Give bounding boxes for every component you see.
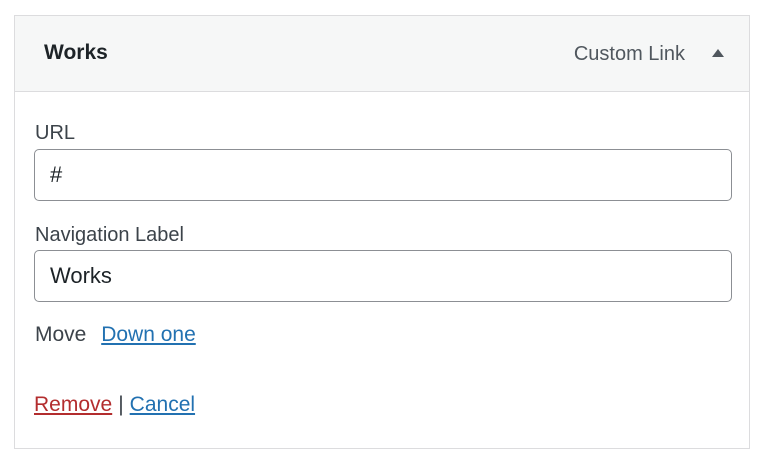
menu-item-title: Works <box>44 41 108 64</box>
item-actions: Remove | Cancel <box>34 391 195 419</box>
triangle-up-icon[interactable] <box>705 40 731 66</box>
menu-item-type: Custom Link <box>573 43 685 65</box>
cancel-link[interactable]: Cancel <box>130 393 195 416</box>
url-label: URL <box>35 122 76 144</box>
move-controls: Move Down one <box>35 321 196 349</box>
navigation-label-input[interactable] <box>34 250 732 302</box>
move-down-one-link[interactable]: Down one <box>101 323 196 346</box>
menu-item-header[interactable]: Works Custom Link <box>15 16 749 92</box>
remove-link[interactable]: Remove <box>34 393 112 416</box>
move-label: Move <box>35 323 87 346</box>
actions-separator: | <box>118 393 124 416</box>
navigation-label-label: Navigation Label <box>35 224 184 246</box>
url-input[interactable] <box>34 149 732 201</box>
menu-item-panel: Works Custom Link URL Navigation Label M… <box>14 15 750 449</box>
